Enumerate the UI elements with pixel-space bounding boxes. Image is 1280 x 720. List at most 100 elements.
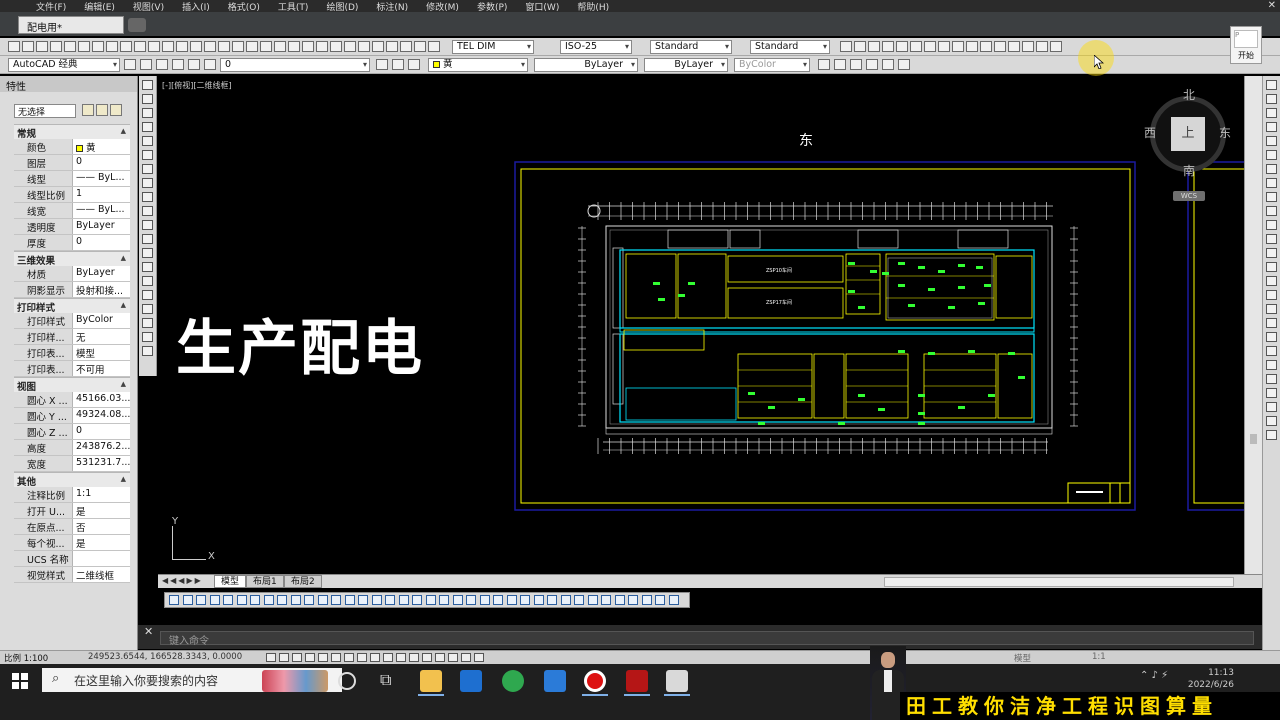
color-select[interactable]: 黄 [428,58,528,72]
draw-tool-icon[interactable] [142,150,153,160]
workspace-select[interactable]: AutoCAD 经典 [8,58,120,72]
wcs-menu[interactable]: WCS [1173,191,1205,201]
menu-item[interactable]: 参数(P) [477,0,507,13]
property-value[interactable]: 投射和接... [72,282,130,297]
dimension-tool-icon[interactable] [506,595,517,605]
modify-tool-icon[interactable] [1266,332,1277,342]
task-view-icon[interactable]: ⧉ [380,670,402,692]
property-row[interactable]: 线宽 —— ByL... [14,203,130,219]
drafting-toggle-icon[interactable] [266,653,276,662]
property-value[interactable]: 是 [72,535,130,550]
menu-item[interactable]: 格式(O) [228,0,260,13]
draw-tool-icon[interactable] [142,164,153,174]
property-row[interactable]: 宽度 531231.7... [14,456,130,472]
layer-tool-icon[interactable] [834,59,846,70]
drafting-toggle-icon[interactable] [435,653,445,662]
modify-tool-icon[interactable] [1266,290,1277,300]
command-input[interactable]: 键入命令 [160,631,1254,647]
toolbar-tool-icon[interactable] [330,41,342,52]
property-row[interactable]: 每个视... 是 [14,535,130,551]
menu-item[interactable]: 绘图(D) [326,0,358,13]
drafting-toggle-icon[interactable] [331,653,341,662]
dimension-tool-icon[interactable] [439,595,449,605]
toolbar-tool-icon[interactable] [190,41,202,52]
property-value[interactable]: 0 [72,235,130,250]
text-style-select[interactable]: TEL DIM [452,40,534,54]
dimension-tool-icon[interactable] [169,595,179,605]
property-section-header[interactable]: 三维效果 [14,251,130,267]
modify-tool-icon[interactable] [1266,262,1277,272]
modify-tool-icon[interactable] [1266,220,1277,230]
draw-tool-icon[interactable] [142,136,153,146]
modify-tool-icon[interactable] [1266,416,1277,426]
drafting-toggle-icon[interactable] [370,653,380,662]
draw-tool-icon[interactable] [142,178,153,188]
property-row[interactable]: 材质 ByLayer [14,266,130,282]
toolbar-tool-icon[interactable] [134,41,146,52]
toolbar-tool-icon[interactable] [896,41,908,52]
draw-tool-icon[interactable] [142,234,153,244]
toolbar-tool-icon[interactable] [980,41,992,52]
property-value[interactable]: 1 [72,187,130,202]
dimension-tool-icon[interactable] [547,595,557,605]
toolbar-tool-icon[interactable] [106,41,118,52]
property-row[interactable]: 打印样式 ByColor [14,313,130,329]
news-widget-icon[interactable] [262,670,328,692]
menu-item[interactable]: 标注(N) [376,0,408,13]
drafting-toggle-icon[interactable] [357,653,367,662]
layer-tool-icon[interactable] [408,59,420,70]
browser-icon[interactable] [502,670,524,692]
menu-item[interactable]: 插入(I) [182,0,210,13]
property-section-header[interactable]: 常规 [14,124,130,140]
close-icon[interactable]: ✕ [1268,0,1276,11]
dimension-tool-icon[interactable] [574,595,584,605]
dimension-tool-icon[interactable] [655,595,665,605]
modify-tool-icon[interactable] [1266,80,1277,90]
dimension-tool-icon[interactable] [182,595,193,605]
toolbar-tool-icon[interactable] [8,41,20,52]
dimension-tool-icon[interactable] [520,595,530,605]
property-value[interactable]: ByLayer [72,266,130,281]
lineweight-select[interactable]: ByLayer [644,58,728,72]
drafting-toggle-icon[interactable] [422,653,432,662]
toolbar-tool-icon[interactable] [288,41,300,52]
model-space-indicator[interactable]: 模型 [1014,652,1031,664]
property-value[interactable]: 0 [72,155,130,170]
recorder-icon[interactable] [584,670,606,692]
dimension-tool-icon[interactable] [385,595,395,605]
menu-item[interactable]: 文件(F) [36,0,66,13]
toolbar-tool-icon[interactable] [840,41,852,52]
property-row[interactable]: 透明度 ByLayer [14,219,130,235]
file-explorer-icon[interactable] [420,670,442,692]
modify-tool-icon[interactable] [1266,164,1277,174]
modify-tool-icon[interactable] [1266,388,1277,398]
dimension-tool-icon[interactable] [493,595,503,605]
property-value[interactable]: 0 [72,424,130,439]
annotation-scale[interactable]: 比例 1:100 [4,652,48,664]
toolbar-tool-icon[interactable] [966,41,978,52]
draw-tool-icon[interactable] [142,346,153,356]
wps-icon[interactable] [544,670,566,692]
property-row[interactable]: 圆心 Y ... 49324.08... [14,408,130,424]
modify-tool-icon[interactable] [1266,94,1277,104]
toolbar-tool-icon[interactable] [176,41,188,52]
dimension-tool-icon[interactable] [304,595,314,605]
compass-north[interactable]: 北 [1183,86,1195,103]
modify-tool-icon[interactable] [1266,136,1277,146]
viewcube[interactable]: 上 北 南 东 西 WCS [1143,88,1243,218]
property-value[interactable]: 黄 [72,139,130,154]
dimension-tool-icon[interactable] [398,595,409,605]
toolbar-tool-icon[interactable] [204,41,216,52]
dimension-tool-icon[interactable] [533,595,544,605]
menu-item[interactable]: 窗口(W) [525,0,559,13]
modify-tool-icon[interactable] [1266,304,1277,314]
property-section-header[interactable]: 视图 [14,377,130,393]
toolbar-tool-icon[interactable] [50,41,62,52]
property-value[interactable]: 二维线框 [72,567,130,582]
drafting-toggle-icon[interactable] [474,653,484,662]
image-viewer-icon[interactable] [666,670,688,692]
tab-layout1[interactable]: 布局1 [246,575,284,588]
layer-tool-icon[interactable] [882,59,894,70]
property-row[interactable]: 注释比例 1:1 [14,487,130,503]
dimension-tool-icon[interactable] [196,595,206,605]
